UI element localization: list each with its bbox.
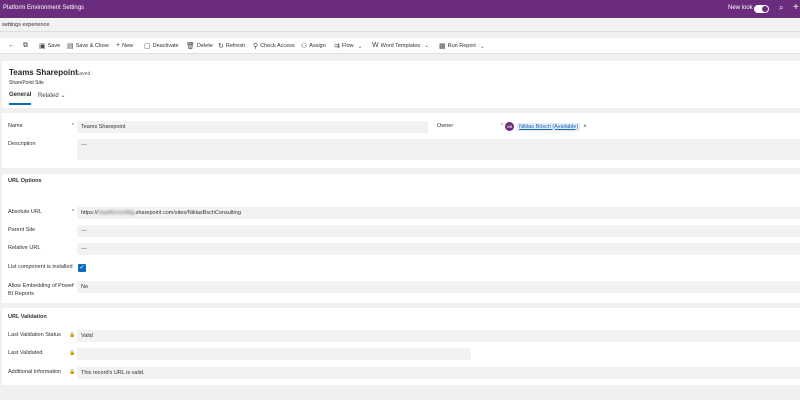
save-status: - Saved [73, 71, 91, 77]
lock-icon: 🔒 [69, 350, 76, 356]
tab-related-label: Related [38, 93, 59, 99]
word-templates-label: Word Templates [380, 42, 421, 49]
last-status-field: Valid [77, 330, 800, 342]
absolute-url-label: Absolute URL [8, 209, 42, 215]
owner-link[interactable]: Niklas Bösch (Available) [517, 122, 581, 131]
assign-icon: ⚇ [301, 43, 308, 50]
popout-button[interactable]: ⧉ [23, 42, 28, 50]
name-label: Name [8, 123, 23, 129]
check-access-label: Check Access [260, 43, 295, 49]
back-icon: ← [8, 42, 15, 49]
relative-url-field[interactable]: --- [77, 243, 800, 255]
allow-embedding-field[interactable]: No [77, 281, 800, 293]
word-templates-icon: W [372, 42, 379, 49]
save-close-button[interactable]: ▤ Save & Close [67, 42, 109, 50]
parent-site-label: Parent Site [8, 227, 36, 233]
lock-icon: 🔒 [69, 332, 76, 338]
refresh-icon: ↻ [218, 43, 224, 50]
chevron-down-icon: ⌄ [424, 43, 430, 49]
tab-selected-indicator [9, 103, 31, 105]
deactivate-button[interactable]: ▢ Deactivate [144, 42, 179, 50]
run-report-button[interactable]: ▦ Run Report ⌄ [439, 42, 485, 50]
last-validated-field [77, 348, 471, 360]
allow-embedding-label-line2: BI Reports [8, 291, 34, 297]
delete-icon: 🗑 [186, 43, 195, 50]
run-report-icon: ▦ [439, 43, 446, 50]
absolute-url-field[interactable]: https://hiaadfcrrsultiiig.sharepoint.com… [77, 207, 800, 219]
last-status-label: Last Validation Status [8, 332, 61, 338]
flow-icon: ⇉ [334, 43, 340, 50]
flow-button[interactable]: ⇉ Flow ⌄ [334, 42, 363, 50]
run-report-label: Run Report [447, 43, 476, 49]
section-title: URL Options [8, 178, 42, 184]
assign-button[interactable]: ⚇ Assign [301, 42, 326, 50]
owner-label: Owner [437, 123, 454, 129]
required-indicator: * [72, 123, 74, 129]
new-look-toggle[interactable] [754, 5, 769, 13]
relative-url-label: Relative URL [8, 245, 41, 251]
required-indicator: * [72, 209, 74, 215]
description-field[interactable]: --- [77, 139, 800, 160]
assign-label: Assign [309, 43, 326, 49]
additional-info-field: This record's URL is valid. [77, 367, 800, 379]
list-component-checkbox[interactable]: ✓ [78, 264, 86, 272]
tab-general[interactable]: General [9, 92, 31, 98]
close-icon[interactable]: × [583, 124, 587, 130]
entity-name: SharePoint Site [9, 80, 44, 86]
lock-icon: 🔒 [69, 369, 76, 375]
section-title: URL Validation [8, 314, 47, 320]
word-templates-button[interactable]: W Word Templates ⌄ [372, 42, 429, 49]
additional-info-label: Additional Information [8, 369, 62, 375]
app-title[interactable]: Platform Environment Settings [3, 5, 84, 11]
site-map-bar: settings experience [0, 18, 800, 32]
tab-related[interactable]: Related ⌄ [38, 92, 65, 99]
record-header [2, 61, 800, 108]
avatar: NB [505, 122, 514, 131]
chevron-down-icon: ⌄ [60, 93, 66, 99]
app-header: Platform Environment Settings New look ⌕… [0, 0, 800, 18]
name-field[interactable]: Teams Sharepoint [77, 121, 428, 133]
save-close-icon: ▤ [67, 43, 74, 50]
check-access-button[interactable]: ⚲ Check Access [253, 42, 295, 50]
checkmark-icon: ✓ [79, 265, 85, 271]
deactivate-label: Deactivate [152, 43, 179, 49]
required-indicator: * [72, 283, 74, 289]
allow-embedding-label: Allow Embedding of Power [8, 283, 74, 289]
chevron-down-icon: ⌄ [479, 43, 485, 50]
new-icon: + [116, 42, 121, 49]
breadcrumb[interactable]: settings experience [2, 22, 49, 28]
chevron-down-icon: ⌄ [357, 43, 363, 50]
new-look-label: New look [728, 5, 753, 11]
url-suffix: .sharepoint.com/sites/NiklasBschConsulti… [134, 210, 241, 216]
description-label: Description [8, 141, 36, 147]
list-component-label: List component is installed [8, 264, 73, 270]
refresh-label: Refresh [225, 43, 246, 49]
delete-label: Delete [196, 43, 213, 49]
refresh-button[interactable]: ↻ Refresh [218, 42, 245, 50]
deactivate-icon: ▢ [144, 43, 151, 50]
new-label: New [122, 42, 134, 49]
save-icon: ▣ [39, 43, 46, 50]
popout-icon: ⧉ [23, 42, 28, 49]
flow-label: Flow [341, 43, 354, 49]
save-close-label: Save & Close [75, 43, 109, 49]
save-button[interactable]: ▣ Save [39, 42, 60, 50]
owner-lookup[interactable]: NB Niklas Bösch (Available) × [505, 122, 587, 131]
new-button[interactable]: + New [116, 42, 133, 49]
record-title: Teams Sharepoint [9, 68, 78, 77]
search-icon[interactable]: ⌕ [779, 3, 783, 13]
parent-site-field[interactable]: --- [77, 225, 800, 237]
save-label: Save [47, 43, 61, 49]
command-bar: ← ⧉ ▣ Save ▤ Save & Close + New ▢ Deactivate… [0, 38, 800, 54]
plus-icon[interactable]: + [793, 2, 799, 13]
delete-button[interactable]: 🗑 Delete [186, 42, 213, 50]
back-button[interactable]: ← [8, 42, 15, 49]
required-indicator: * [501, 123, 503, 129]
url-blurred-segment: hiaadfcrrsultiiig [97, 210, 135, 216]
last-validated-label: Last Validated [8, 350, 43, 356]
url-prefix: https:// [81, 210, 98, 216]
check-access-icon: ⚲ [253, 43, 259, 50]
